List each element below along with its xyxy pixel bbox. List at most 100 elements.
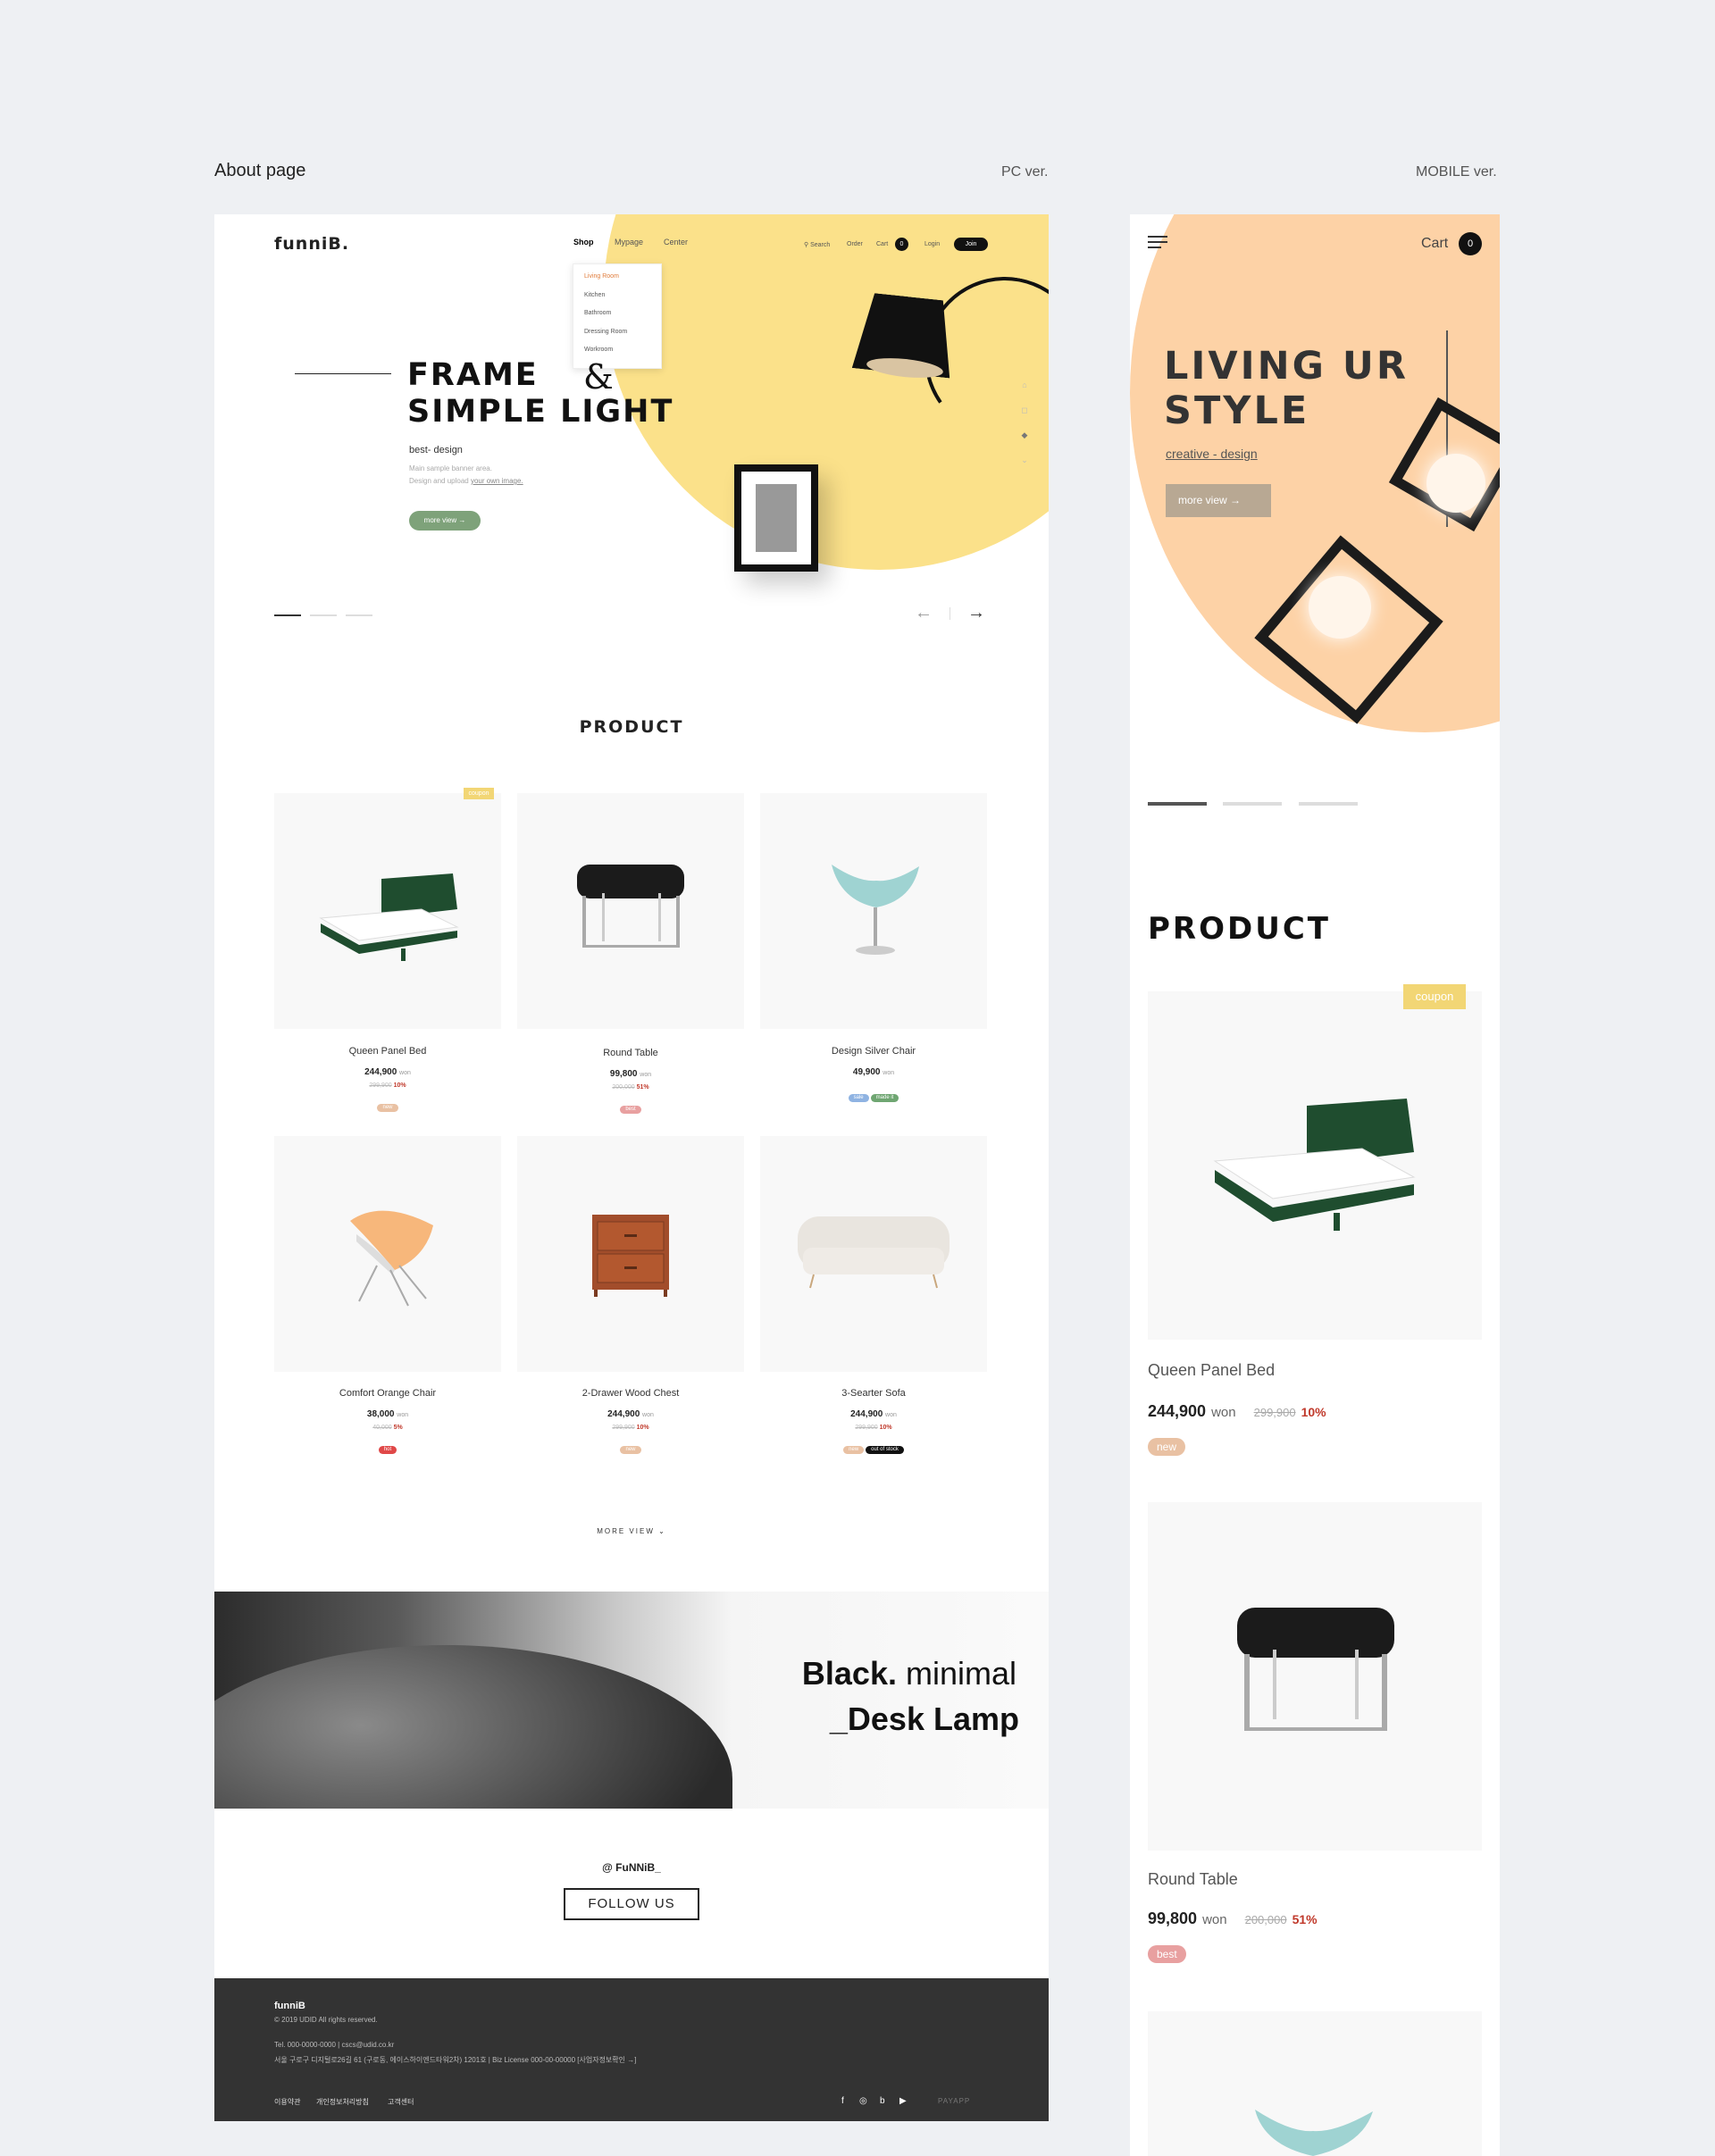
mobile-hero-line2: STYLE [1164, 389, 1310, 433]
mobile-slide-dot-2[interactable] [1223, 802, 1282, 806]
mobile-product-card-round-table[interactable] [1148, 1502, 1482, 1851]
mobile-cart-link[interactable]: Cart [1421, 236, 1448, 252]
cart-count-badge: 0 [895, 238, 908, 251]
product-name[interactable]: Design Silver Chair [760, 1046, 987, 1057]
product-price: 49,900 won [760, 1067, 987, 1077]
silver-chair-image [832, 865, 919, 955]
product-price-unit: won [883, 1070, 895, 1076]
product-price-value: 49,900 [852, 1067, 881, 1077]
product-card-silver-chair[interactable] [760, 793, 987, 1029]
product-discount: 299,900 10% [760, 1425, 987, 1431]
footer-link-terms[interactable]: 이용약관 [274, 2097, 300, 2107]
dropdown-item-bathroom[interactable]: Bathroom [573, 305, 661, 323]
pendant-bulb-1 [1426, 454, 1485, 513]
follow-us-button[interactable]: FOLLOW US [564, 1888, 699, 1920]
product-price-value: 244,900 [607, 1409, 640, 1419]
product-price: 38,000 won [274, 1409, 501, 1419]
more-view-button[interactable]: MORE VIEW ⌄ [214, 1527, 1049, 1535]
product-disc-rate: 5% [393, 1425, 403, 1431]
product-name[interactable]: 3-Searter Sofa [760, 1388, 987, 1399]
banner-title-bold: Black. [801, 1655, 897, 1692]
mobile-product-card-silver-chair[interactable] [1148, 2011, 1482, 2156]
hero-title-line1: FRAME [407, 357, 539, 393]
product-price: 244,900 won [517, 1409, 744, 1419]
product-section-title: PRODUCT [579, 717, 684, 737]
dropdown-item-living-room[interactable]: Living Room [573, 268, 661, 287]
instagram-icon[interactable]: ◎ [859, 2096, 867, 2106]
product-name[interactable]: 2-Drawer Wood Chest [517, 1388, 744, 1399]
sofa-image [798, 1216, 950, 1289]
blog-icon[interactable]: b [880, 2096, 885, 2106]
search-link[interactable]: ⚲ Search [804, 241, 830, 248]
footer-link-support[interactable]: 고객센터 [388, 2097, 414, 2107]
badge-made-it: made it [870, 1094, 899, 1102]
footer-link-privacy[interactable]: 개인정보처리방침 [316, 2097, 369, 2107]
prev-arrow-icon[interactable]: ← [915, 603, 933, 623]
next-arrow-icon[interactable]: → [967, 603, 985, 623]
bed-image [1213, 1099, 1416, 1231]
mobile-more-view-button[interactable]: more view → [1166, 484, 1271, 517]
slide-dot-1[interactable] [274, 614, 301, 616]
hero-rule [295, 373, 391, 374]
dropdown-item-kitchen[interactable]: Kitchen [573, 287, 661, 305]
facebook-icon[interactable]: f [841, 2096, 844, 2106]
product-card-wood-chest[interactable] [517, 1136, 744, 1372]
product-disc-rate: 51% [636, 1084, 649, 1091]
product-card-orange-chair[interactable] [274, 1136, 501, 1372]
cart-link[interactable]: Cart [876, 241, 888, 247]
mobile-badge-new: new [1148, 1438, 1186, 1456]
product-disc-rate: 10% [636, 1425, 649, 1431]
mobile-product-price-unit: won [1211, 1405, 1236, 1420]
mobile-product-price-value: 99,800 [1148, 1909, 1198, 1927]
logo[interactable]: funniB. [274, 234, 349, 254]
product-badges: new out of stock [760, 1439, 987, 1455]
join-button[interactable]: Join [954, 238, 988, 251]
mobile-coupon-tag: coupon [1403, 984, 1466, 1009]
product-name[interactable]: Queen Panel Bed [274, 1046, 501, 1057]
mobile-product-title: PRODUCT [1148, 911, 1331, 947]
product-price: 244,900 won [760, 1409, 987, 1419]
mobile-product-disc-rate: 10% [1301, 1405, 1326, 1419]
nav-center[interactable]: Center [664, 238, 688, 247]
product-name[interactable]: Round Table [517, 1048, 744, 1058]
hero-more-view-button[interactable]: more view → [409, 511, 481, 531]
mobile-product-card-bed[interactable] [1148, 991, 1482, 1340]
slide-dot-3[interactable] [346, 614, 372, 616]
hamburger-menu-icon[interactable] [1148, 236, 1167, 252]
nav-shop[interactable]: Shop [573, 238, 594, 247]
home-icon[interactable]: ⌂ [1020, 380, 1029, 389]
mobile-product-name[interactable]: Round Table [1148, 1870, 1238, 1889]
slide-dot-2[interactable] [310, 614, 337, 616]
mobile-slide-dot-3[interactable] [1299, 802, 1358, 806]
product-badges: hot [274, 1439, 501, 1455]
product-card-round-table[interactable] [517, 793, 744, 1029]
mobile-product-name[interactable]: Queen Panel Bed [1148, 1361, 1275, 1380]
pc-page: funniB. Shop Mypage Center ⚲ Search Orde… [214, 214, 1049, 2121]
product-badges: new [517, 1439, 744, 1455]
product-price-unit: won [640, 1072, 652, 1078]
mobile-badge-best: best [1148, 1945, 1186, 1963]
chat-icon[interactable]: ◆ [1020, 430, 1029, 439]
product-badges: best [517, 1099, 744, 1115]
chevron-down-icon[interactable]: ⌄ [1020, 455, 1029, 464]
dropdown-item-dressing-room[interactable]: Dressing Room [573, 323, 661, 342]
nav-mypage[interactable]: Mypage [615, 238, 643, 247]
youtube-icon[interactable]: ▶ [899, 2096, 907, 2106]
mobile-slide-dot-1[interactable] [1148, 802, 1207, 806]
orange-chair-image [350, 1210, 433, 1307]
product-name[interactable]: Comfort Orange Chair [274, 1388, 501, 1399]
product-discount: 40,000 5% [274, 1425, 501, 1431]
product-card-bed[interactable] [274, 793, 501, 1029]
login-link[interactable]: Login [924, 241, 940, 247]
search-label: Search [810, 242, 831, 248]
bag-icon[interactable]: ◻ [1020, 405, 1029, 414]
pc-version-label: PC ver. [1001, 164, 1049, 180]
badge-best: best [620, 1106, 641, 1114]
mobile-product-disc-rate: 51% [1292, 1912, 1318, 1926]
order-link[interactable]: Order [847, 241, 863, 247]
mobile-version-label: MOBILE ver. [1416, 164, 1497, 180]
shop-dropdown: Living Room Kitchen Bathroom Dressing Ro… [573, 263, 662, 369]
product-card-sofa[interactable] [760, 1136, 987, 1372]
hero-title-line2: SIMPLE LIGHT [407, 394, 674, 430]
product-orig-price: 200,000 [612, 1084, 635, 1091]
